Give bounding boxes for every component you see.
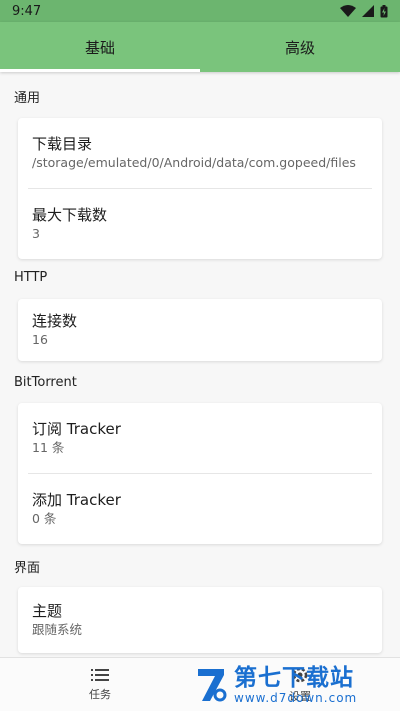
card-http: 连接数 16: [18, 299, 382, 361]
list-icon: [91, 668, 109, 681]
wifi-icon: [340, 5, 356, 17]
watermark-title: 第七下载站: [234, 665, 354, 691]
battery-icon: [380, 4, 388, 17]
section-title-ui: 界面: [14, 560, 41, 576]
setting-value: /storage/emulated/0/Android/data/com.gop…: [32, 155, 356, 170]
setting-subscribe-tracker[interactable]: 订阅 Tracker 11 条: [18, 403, 382, 473]
setting-title: 订阅 Tracker: [32, 420, 121, 438]
tab-advanced[interactable]: 高级: [200, 22, 400, 72]
section-title-http: HTTP: [14, 269, 48, 285]
setting-max-downloads[interactable]: 最大下载数 3: [18, 189, 382, 259]
setting-title: 添加 Tracker: [32, 491, 121, 509]
setting-value: 0 条: [32, 511, 57, 526]
section-title-bittorrent: BitTorrent: [14, 374, 77, 390]
section-title-general: 通用: [14, 90, 41, 106]
nav-tasks-label: 任务: [89, 687, 111, 701]
cellular-signal-icon: [362, 5, 374, 17]
setting-connections[interactable]: 连接数 16: [18, 299, 382, 361]
setting-value: 16: [32, 332, 48, 347]
setting-theme[interactable]: 主题 跟随系统: [18, 587, 382, 653]
setting-value: 跟随系统: [32, 622, 83, 637]
watermark-url: www.d7down.com: [234, 691, 358, 705]
nav-tasks[interactable]: 任务: [0, 658, 200, 711]
card-bittorrent: 订阅 Tracker 11 条 添加 Tracker 0 条: [18, 403, 382, 544]
watermark: 第七下载站 www.d7down.com: [194, 660, 394, 710]
setting-value: 3: [32, 226, 40, 241]
card-general: 下载目录 /storage/emulated/0/Android/data/co…: [18, 118, 382, 259]
setting-title: 下载目录: [32, 135, 93, 153]
settings-list[interactable]: 通用 下载目录 /storage/emulated/0/Android/data…: [0, 72, 400, 657]
setting-add-tracker[interactable]: 添加 Tracker 0 条: [18, 474, 382, 544]
setting-title: 主题: [32, 602, 63, 620]
setting-title: 连接数: [32, 312, 78, 330]
tab-basic[interactable]: 基础: [0, 22, 200, 72]
status-time: 9:47: [12, 3, 42, 19]
watermark-logo-icon: [194, 665, 228, 705]
setting-download-directory[interactable]: 下载目录 /storage/emulated/0/Android/data/co…: [18, 118, 382, 188]
status-icons: [340, 4, 388, 18]
tab-bar: 基础 高级: [0, 22, 400, 72]
status-bar: 9:47: [0, 0, 400, 22]
setting-title: 最大下载数: [32, 206, 108, 224]
card-ui: 主题 跟随系统: [18, 587, 382, 653]
setting-value: 11 条: [32, 440, 65, 455]
